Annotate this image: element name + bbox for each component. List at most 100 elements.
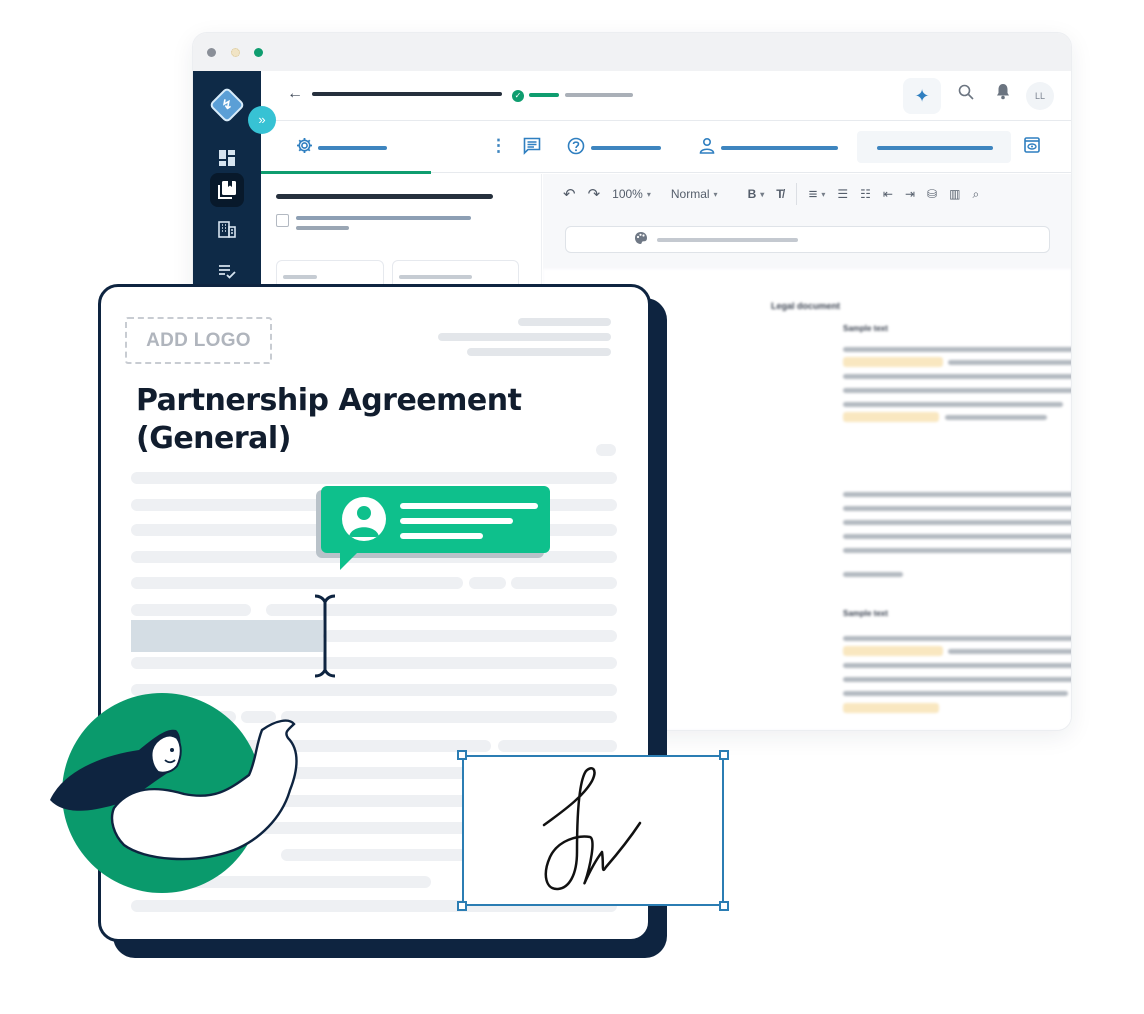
undo-button[interactable]: ↶ — [557, 182, 582, 206]
user-avatar[interactable]: LL — [1026, 82, 1054, 110]
paragraph-style-select[interactable]: Normal ▾ — [665, 182, 724, 206]
window-maximize-button[interactable] — [254, 48, 263, 57]
toolbar-divider — [795, 183, 797, 205]
indent-button[interactable]: ⇥ — [899, 182, 921, 206]
status-label-placeholder — [529, 93, 559, 97]
clear-format-button[interactable]: T̸ — [770, 182, 789, 206]
document-text-line — [843, 534, 1071, 539]
align-select[interactable]: ≡ ▾ — [803, 182, 832, 206]
resize-handle-top-right[interactable] — [719, 750, 729, 760]
insert-field-button[interactable]: ⛁ — [921, 182, 943, 206]
table-button[interactable]: ▥ — [943, 182, 966, 206]
numbered-list-icon: ☷ — [860, 187, 871, 201]
insert-field-icon: ⛁ — [927, 187, 938, 201]
find-replace-button[interactable]: ⌕ — [966, 182, 985, 206]
tab-comments[interactable] — [523, 137, 541, 159]
resize-handle-bottom-left[interactable] — [457, 901, 467, 911]
tab-settings[interactable] — [296, 137, 313, 158]
more-options-icon[interactable]: ⋮ — [490, 137, 507, 155]
align-left-icon: ≡ — [808, 185, 818, 203]
sidebar-item-dashboard[interactable] — [213, 144, 241, 172]
document-field-highlight — [843, 412, 939, 422]
tab-help[interactable] — [567, 137, 585, 159]
bell-icon — [997, 84, 1009, 100]
header-line — [438, 333, 611, 341]
sidebar-item-tasks[interactable] — [213, 257, 241, 285]
user-icon — [699, 137, 715, 154]
bold-button[interactable]: B ▾ — [742, 182, 771, 206]
indent-icon: ⇥ — [904, 187, 916, 201]
comment-tail — [340, 548, 362, 570]
window-close-button[interactable] — [207, 48, 216, 57]
window-minimize-button[interactable] — [231, 48, 240, 57]
document-text-line — [843, 347, 1071, 352]
notifications-button[interactable] — [995, 83, 1011, 105]
header-line — [518, 318, 611, 326]
text-line — [469, 577, 506, 589]
building-icon — [218, 221, 236, 238]
theme-selector[interactable] — [565, 226, 1050, 253]
search-button[interactable] — [958, 84, 974, 105]
comment-text-line — [400, 533, 483, 539]
chevron-down-icon: ▾ — [760, 189, 765, 199]
back-arrow-icon[interactable]: ← — [287, 85, 303, 103]
text-line — [131, 604, 251, 616]
status-check-icon: ✓ — [512, 90, 524, 102]
redo-icon: ↷ — [587, 186, 601, 203]
text-line — [131, 472, 617, 484]
tab-signers-label — [721, 146, 838, 150]
document-text-line — [843, 636, 1071, 641]
sidebar-item-documents[interactable] — [210, 173, 244, 207]
document-text-line — [843, 548, 1071, 553]
comment-text-line — [400, 503, 538, 509]
editor-toolbar: ↶ ↷ 100% ▾ Normal ▾ B ▾ T̸ ≡ ▾ ☰ ☷ ⇤ ⇥ ⛁ ▥ ⌕ — [543, 174, 1071, 214]
ai-assistant-button[interactable]: ✦ — [903, 78, 941, 114]
tab-signers[interactable] — [699, 137, 715, 158]
redo-button[interactable]: ↷ — [582, 182, 607, 206]
document-text-line — [843, 691, 1068, 696]
signature-field[interactable] — [462, 755, 724, 906]
bold-icon: B — [747, 187, 757, 201]
text-line — [323, 630, 617, 642]
resize-handle-top-left[interactable] — [457, 750, 467, 760]
comment-icon — [523, 137, 541, 155]
document-heading: Sample text — [843, 324, 888, 333]
zoom-select[interactable]: 100% ▾ — [606, 182, 657, 206]
text-line — [498, 740, 617, 752]
document-text-line — [843, 677, 1071, 682]
style-value: Normal — [670, 187, 710, 201]
option-label-placeholder — [399, 275, 472, 279]
theme-name-placeholder — [657, 238, 798, 242]
sidebar-item-companies[interactable] — [213, 215, 241, 243]
option-label-placeholder — [283, 275, 317, 279]
document-text-line — [948, 360, 1071, 365]
outdent-button[interactable]: ⇤ — [877, 182, 899, 206]
resize-handle-bottom-right[interactable] — [719, 901, 729, 911]
company-logo[interactable]: ↯ — [208, 86, 246, 124]
zoom-value: 100% — [612, 187, 643, 201]
tab-settings-label — [318, 146, 387, 150]
status-detail-placeholder — [565, 93, 633, 97]
add-logo-button[interactable]: ADD LOGO — [125, 317, 272, 364]
palette-icon — [634, 231, 648, 248]
checkbox-sublabel-placeholder — [296, 226, 349, 230]
sparkle-icon: ✦ — [914, 86, 930, 106]
commenter-avatar-icon — [342, 497, 386, 541]
document-text-line — [843, 402, 1063, 407]
bulleted-list-button[interactable]: ☰ — [831, 182, 854, 206]
find-replace-icon: ⌕ — [972, 186, 980, 201]
document-field-highlight — [843, 703, 939, 713]
comment-text-line — [400, 518, 513, 524]
numbered-list-button[interactable]: ☷ — [854, 182, 877, 206]
chevron-down-icon: ▾ — [646, 189, 651, 199]
undo-icon: ↶ — [563, 186, 576, 203]
handwritten-signature — [542, 767, 642, 891]
text-line — [131, 577, 463, 589]
preview-button[interactable] — [1024, 137, 1040, 157]
document-tabbar: ⋮ — [261, 121, 1071, 174]
document-text-line — [843, 663, 1071, 668]
clear-format-icon: T̸ — [776, 187, 784, 201]
expand-sidebar-button[interactable]: » — [248, 106, 276, 134]
panel-checkbox[interactable] — [276, 214, 289, 227]
document-text-line — [843, 572, 903, 577]
